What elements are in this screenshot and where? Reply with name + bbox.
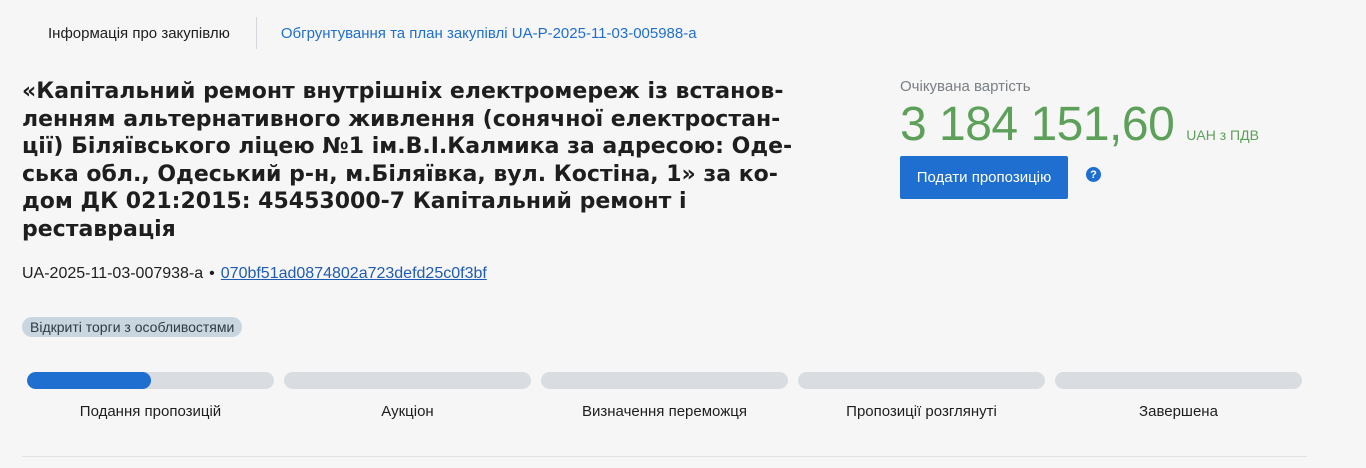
stage-bar [1055, 372, 1302, 389]
stage-label: Завершена [1139, 403, 1218, 420]
tender-identifiers: UA-2025-11-03-007938-a • 070bf51ad087480… [22, 265, 487, 283]
stage-label: Аукціон [381, 403, 434, 420]
stage-bids-reviewed: Пропозиції розглянуті [798, 372, 1045, 420]
stage-label: Пропозиції розглянуті [846, 403, 997, 420]
stage-label: Визначення переможця [582, 403, 747, 420]
stage-bar-fill [27, 372, 151, 389]
expected-value-label: Очікувана вартість [900, 78, 1031, 95]
id-separator: • [209, 265, 215, 282]
expected-value-currency: UAH з ПДВ [1186, 127, 1259, 143]
stage-label: Подання пропозицій [79, 403, 222, 420]
tender-hash-link[interactable]: 070bf51ad0874802a723defd25c0f3bf [221, 265, 487, 283]
stage-completed: Завершена [1055, 372, 1302, 420]
stage-bid-submission: Подання пропозицій [27, 372, 274, 420]
tabs-bar: Інформація про закупівлю Обгрунтування т… [22, 17, 721, 49]
stage-winner-selection: Визначення переможця [541, 372, 788, 420]
expected-value-row: 3 184 151,60 UAH з ПДВ [900, 99, 1259, 151]
tab-procurement-info[interactable]: Інформація про закупівлю [22, 25, 256, 42]
stage-bar [541, 372, 788, 389]
procedure-type-badge: Відкриті торги з особливостями [22, 317, 243, 337]
expected-value-block: Очікувана вартість 3 184 151,60 UAH з ПД… [900, 78, 1259, 151]
stage-bar [284, 372, 531, 389]
expected-value-amount: 3 184 151,60 [900, 98, 1175, 151]
submit-bid-button[interactable]: Подати пропозицію [900, 156, 1068, 199]
section-divider [22, 456, 1307, 457]
tender-progress: Подання пропозицій Аукціон Визначення пе… [27, 372, 1307, 420]
stage-auction: Аукціон [284, 372, 531, 420]
stage-bar [27, 372, 274, 389]
help-icon[interactable]: ? [1086, 167, 1101, 182]
tender-id: UA-2025-11-03-007938-a [22, 265, 204, 282]
tender-title: «Капітальний ремонт внутрішніх електроме… [22, 79, 793, 242]
tab-plan-justification[interactable]: Обгрунтування та план закупівлі UA-P-202… [257, 25, 721, 42]
stage-bar [798, 372, 1045, 389]
